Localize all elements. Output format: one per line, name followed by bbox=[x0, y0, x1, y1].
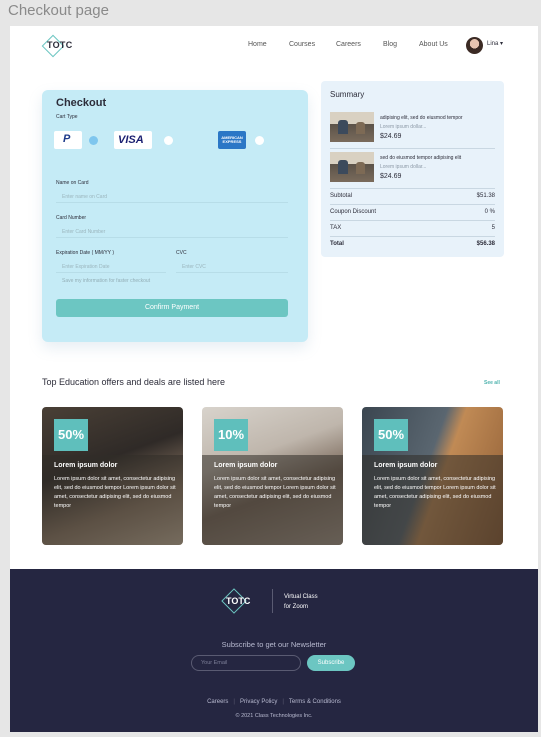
tagline-line-1: Virtual Class bbox=[284, 594, 318, 600]
cart-type-label: Cart Type bbox=[56, 114, 78, 120]
coupon-row: Coupon Discount 0 % bbox=[330, 209, 495, 215]
site-header: TOTC Home Courses Careers Blog About Us … bbox=[10, 26, 538, 66]
summary-divider bbox=[330, 148, 495, 149]
tagline-line-2: for Zoom bbox=[284, 604, 309, 610]
user-avatar[interactable] bbox=[466, 37, 483, 54]
footer-tagline: Virtual Class for Zoom bbox=[284, 592, 318, 612]
discount-badge: 50% bbox=[374, 419, 408, 451]
offer-card[interactable]: 50% Lorem ipsum dolor Lorem ipsum dolor … bbox=[42, 407, 183, 545]
amex-logo-icon[interactable]: AMERICAN EXPRESS bbox=[218, 131, 246, 149]
discount-badge: 50% bbox=[54, 419, 88, 451]
summary-divider bbox=[330, 220, 495, 221]
offer-description: Lorem ipsum dolor sit amet, consectetur … bbox=[54, 476, 176, 509]
paypal-logo-icon[interactable] bbox=[54, 131, 82, 149]
amex-logo-text: AMERICAN EXPRESS bbox=[221, 135, 243, 144]
summary-divider bbox=[330, 188, 495, 189]
coupon-label: Coupon Discount bbox=[330, 209, 377, 215]
offers-heading: Top Education offers and deals are liste… bbox=[42, 377, 225, 387]
newsletter-email-input[interactable]: Your Email bbox=[191, 655, 301, 671]
copyright: © 2021 Class Technologies Inc. bbox=[235, 713, 313, 719]
name-on-card-field[interactable]: Enter name on Card bbox=[56, 191, 288, 203]
visa-logo-text: VISA bbox=[118, 134, 144, 146]
cvc-field[interactable]: Enter CVC bbox=[176, 261, 288, 273]
course-thumbnail bbox=[330, 152, 374, 182]
expiry-placeholder: Enter Expiration Date bbox=[62, 264, 110, 270]
footer-logo[interactable]: TOTC bbox=[221, 588, 250, 614]
total-value: $56.38 bbox=[476, 241, 495, 247]
item-title: adipising elit, sed do eiusmod tempor bbox=[380, 115, 463, 121]
coupon-value: 0 % bbox=[484, 209, 495, 215]
nav-careers[interactable]: Careers bbox=[336, 41, 361, 48]
footer-link-careers[interactable]: Careers bbox=[207, 699, 228, 705]
offer-title: Lorem ipsum dolor bbox=[214, 462, 278, 469]
card-number-label: Card Number bbox=[56, 215, 87, 221]
offer-description: Lorem ipsum dolor sit amet, consectetur … bbox=[374, 476, 496, 509]
site-footer: TOTC Virtual Class for Zoom Subscribe to… bbox=[10, 569, 538, 732]
subtotal-value: $51.38 bbox=[476, 193, 495, 199]
cvc-label: CVC bbox=[176, 250, 187, 256]
item-price: $24.69 bbox=[380, 173, 402, 180]
confirm-payment-button[interactable]: Confirm Payment bbox=[56, 299, 288, 317]
summary-divider bbox=[330, 236, 495, 237]
offer-title: Lorem ipsum dolor bbox=[374, 462, 438, 469]
nav-blog[interactable]: Blog bbox=[383, 41, 397, 48]
subtotal-label: Subtotal bbox=[330, 193, 353, 199]
expiry-field[interactable]: Enter Expiration Date bbox=[56, 261, 166, 273]
discount-badge: 10% bbox=[214, 419, 248, 451]
offer-description: Lorem ipsum dolor sit amet, consectetur … bbox=[214, 476, 336, 509]
link-separator: | bbox=[233, 699, 235, 705]
footer-link-terms[interactable]: Terms & Conditions bbox=[289, 699, 341, 705]
checkout-page: TOTC Home Courses Careers Blog About Us … bbox=[10, 26, 538, 732]
chevron-down-icon[interactable]: ▾ bbox=[500, 40, 503, 47]
tax-row: TAX 5 bbox=[330, 225, 495, 231]
see-all-link[interactable]: See all bbox=[484, 380, 500, 386]
expiry-label: Expiration Date ( MM/YY ) bbox=[56, 250, 114, 256]
subscribe-button[interactable]: Subscribe bbox=[307, 655, 355, 671]
nav-home[interactable]: Home bbox=[248, 41, 267, 48]
newsletter-title: Subscribe to get our Newsletter bbox=[221, 640, 327, 649]
checkout-title: Checkout bbox=[56, 97, 107, 109]
footer-links: Careers | Privacy Policy | Terms & Condition… bbox=[10, 699, 538, 705]
offer-card[interactable]: 10% Lorem ipsum dolor Lorem ipsum dolor … bbox=[202, 407, 343, 545]
tax-label: TAX bbox=[330, 225, 342, 231]
subtotal-row: Subtotal $51.38 bbox=[330, 193, 495, 199]
item-title: sed do eiusmod tempor adipising elit bbox=[380, 155, 462, 161]
footer-logo-text: TOTC bbox=[226, 596, 251, 606]
offer-card[interactable]: 50% Lorem ipsum dolor Lorem ipsum dolor … bbox=[362, 407, 503, 545]
name-on-card-placeholder: Enter name on Card bbox=[62, 194, 108, 200]
totc-logo[interactable]: TOTC bbox=[41, 34, 72, 58]
frame-title: Checkout page bbox=[8, 2, 109, 19]
card-number-placeholder: Enter Card Number bbox=[62, 229, 106, 235]
tax-value: 5 bbox=[491, 225, 495, 231]
item-price: $24.69 bbox=[380, 133, 402, 140]
user-name[interactable]: Lina bbox=[487, 41, 498, 47]
visa-radio[interactable] bbox=[164, 136, 173, 145]
item-subtitle: Lorem ipsum dollar... bbox=[380, 124, 427, 130]
cvc-placeholder: Enter CVC bbox=[182, 264, 206, 270]
footer-link-privacy[interactable]: Privacy Policy bbox=[240, 699, 277, 705]
amex-radio[interactable] bbox=[255, 136, 264, 145]
footer-divider bbox=[272, 589, 273, 613]
offer-title: Lorem ipsum dolor bbox=[54, 462, 118, 469]
logo-text: TOTC bbox=[47, 40, 73, 50]
nav-about-us[interactable]: About Us bbox=[419, 41, 448, 48]
card-number-field[interactable]: Enter Card Number bbox=[56, 226, 288, 238]
remember-info-checkbox[interactable]: Save my information for faster checkout bbox=[62, 278, 150, 284]
email-placeholder: Your Email bbox=[201, 660, 228, 666]
total-label: Total bbox=[330, 241, 344, 247]
course-thumbnail bbox=[330, 112, 374, 142]
checkout-card: Checkout Cart Type VISA AMERICAN EXPRESS… bbox=[42, 90, 308, 342]
link-separator: | bbox=[282, 699, 284, 705]
name-on-card-label: Name on Card bbox=[56, 180, 89, 186]
visa-logo-icon[interactable]: VISA bbox=[114, 131, 152, 149]
summary-divider bbox=[330, 204, 495, 205]
summary-title: Summary bbox=[330, 90, 365, 99]
total-row: Total $56.38 bbox=[330, 241, 495, 247]
paypal-radio[interactable] bbox=[89, 136, 98, 145]
nav-courses[interactable]: Courses bbox=[289, 41, 315, 48]
order-summary: Summary adipising elit, sed do eiusmod t… bbox=[321, 81, 504, 257]
item-subtitle: Lorem ipsum dollar... bbox=[380, 164, 427, 170]
